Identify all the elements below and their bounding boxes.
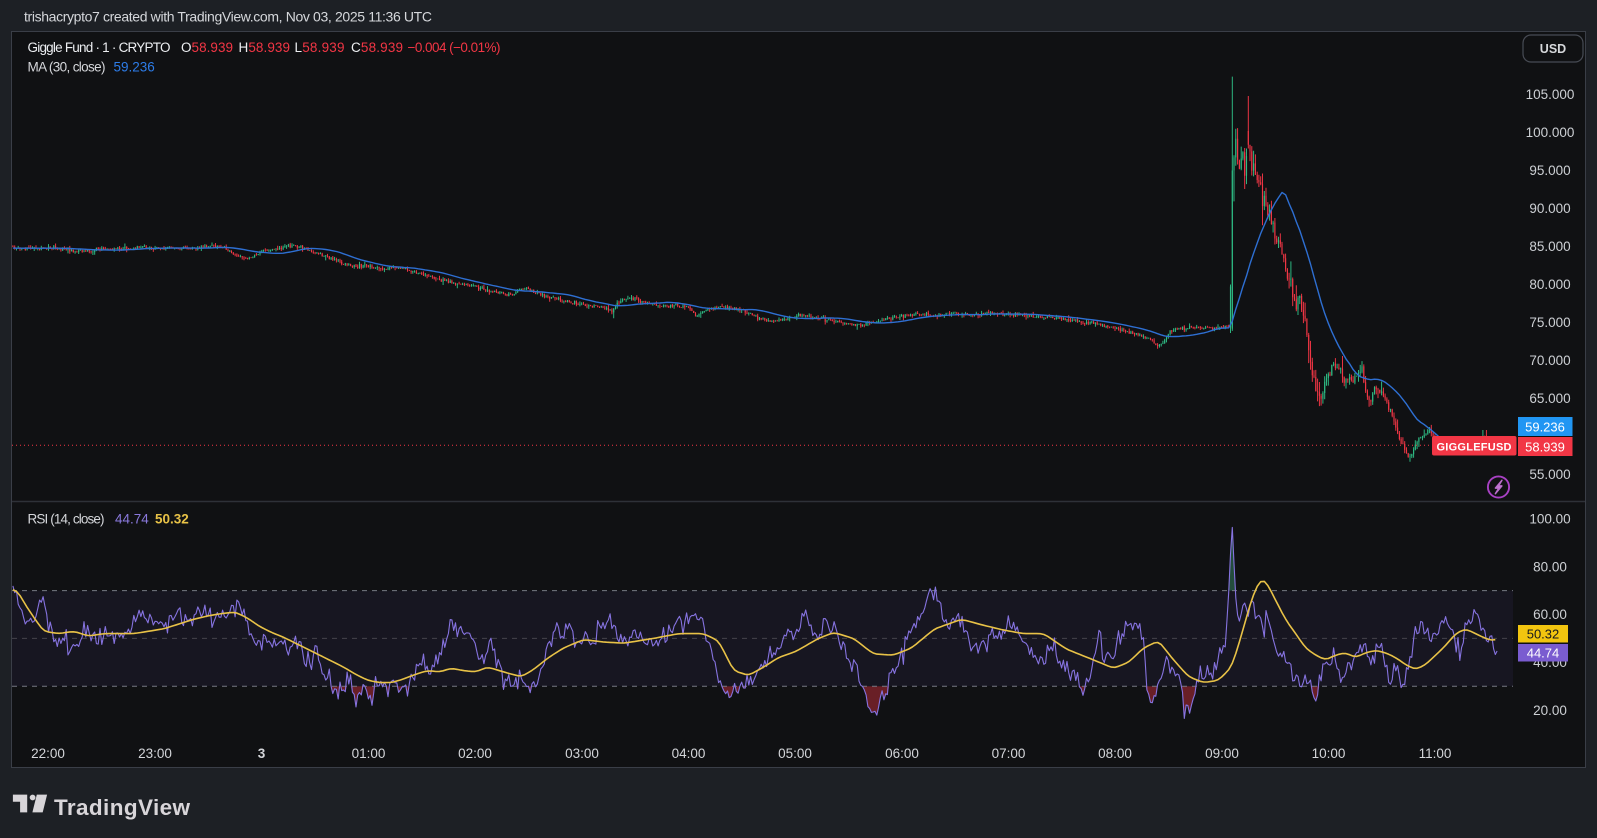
- svg-text:L58.939: L58.939: [295, 40, 345, 55]
- svg-text:06:00: 06:00: [885, 746, 919, 761]
- svg-text:65.000: 65.000: [1529, 391, 1570, 406]
- svg-text:O58.939: O58.939: [181, 40, 233, 55]
- svg-text:70.000: 70.000: [1529, 353, 1570, 368]
- svg-text:−0.004 (−0.01%): −0.004 (−0.01%): [408, 40, 501, 55]
- svg-text:08:00: 08:00: [1098, 746, 1132, 761]
- svg-text:01:00: 01:00: [352, 746, 386, 761]
- svg-text:44.74: 44.74: [1527, 646, 1560, 661]
- svg-text:11:00: 11:00: [1419, 746, 1452, 761]
- svg-text:75.000: 75.000: [1529, 315, 1570, 330]
- svg-text:55.000: 55.000: [1529, 467, 1570, 482]
- svg-text:59.236: 59.236: [114, 60, 155, 75]
- svg-text:Giggle Fund · 1 · CRYPTO: Giggle Fund · 1 · CRYPTO: [28, 40, 171, 55]
- svg-text:22:00: 22:00: [31, 746, 65, 761]
- svg-text:GIGGLEFUSD: GIGGLEFUSD: [1437, 442, 1512, 454]
- svg-text:100.000: 100.000: [1526, 125, 1575, 140]
- svg-text:RSI (14, close): RSI (14, close): [28, 512, 105, 527]
- svg-text:59.236: 59.236: [1525, 420, 1565, 435]
- svg-text:50.32: 50.32: [1527, 627, 1560, 642]
- svg-text:20.00: 20.00: [1533, 703, 1567, 718]
- svg-text:trishacrypto7 created with Tra: trishacrypto7 created with TradingView.c…: [24, 9, 432, 25]
- svg-text:03:00: 03:00: [565, 746, 599, 761]
- svg-text:80.00: 80.00: [1533, 560, 1567, 575]
- svg-text:60.00: 60.00: [1533, 607, 1567, 622]
- svg-text:23:00: 23:00: [138, 746, 172, 761]
- svg-text:105.000: 105.000: [1526, 87, 1575, 102]
- svg-text:USD: USD: [1540, 42, 1566, 56]
- svg-text:3: 3: [258, 746, 266, 761]
- svg-text:MA (30, close): MA (30, close): [28, 60, 106, 75]
- svg-text:05:00: 05:00: [778, 746, 812, 761]
- svg-text:04:00: 04:00: [672, 746, 706, 761]
- svg-text:95.000: 95.000: [1529, 163, 1570, 178]
- svg-text:80.000: 80.000: [1529, 277, 1570, 292]
- svg-text:07:00: 07:00: [992, 746, 1026, 761]
- svg-text:100.00: 100.00: [1529, 512, 1570, 527]
- svg-text:10:00: 10:00: [1312, 746, 1346, 761]
- svg-text:58.939: 58.939: [1525, 440, 1565, 455]
- svg-text:50.32: 50.32: [155, 512, 189, 527]
- svg-text:H58.939: H58.939: [239, 40, 291, 55]
- svg-text:85.000: 85.000: [1529, 239, 1570, 254]
- svg-text:44.74: 44.74: [115, 512, 149, 527]
- svg-text:C58.939: C58.939: [351, 40, 403, 55]
- svg-text:09:00: 09:00: [1205, 746, 1239, 761]
- svg-text:02:00: 02:00: [458, 746, 492, 761]
- svg-text:TradingView: TradingView: [54, 795, 190, 820]
- svg-text:90.000: 90.000: [1529, 201, 1570, 216]
